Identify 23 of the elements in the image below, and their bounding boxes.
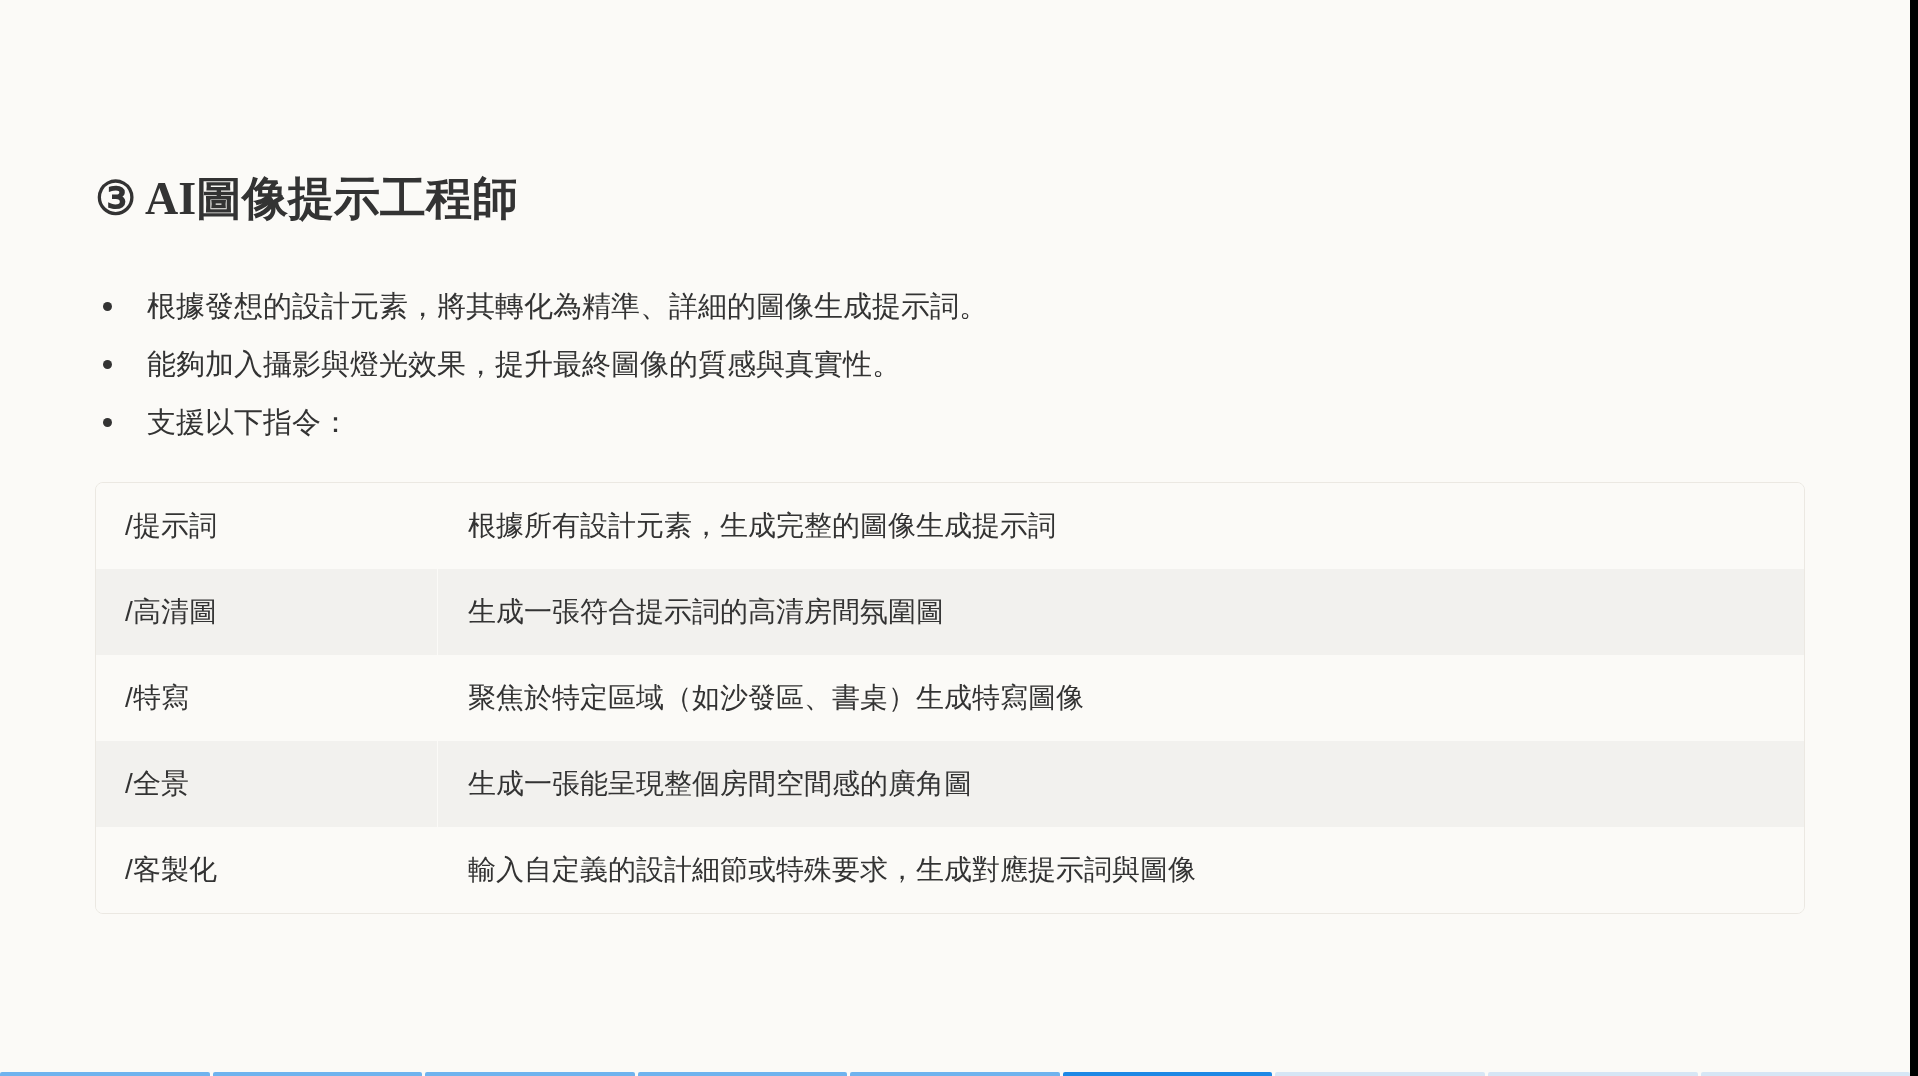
progress-segment[interactable] — [1487, 1072, 1698, 1076]
bullet-text: 支援以下指令： — [147, 405, 350, 440]
table-cell-text: 輸入自定義的設計細節或特殊要求，生成對應提示詞與圖像 — [468, 853, 1196, 887]
table-cell-text: /客製化 — [125, 853, 217, 887]
table-cell-text: 生成一張符合提示詞的高清房間氛圍圖 — [468, 595, 944, 629]
table-cell-text: /全景 — [125, 767, 189, 801]
table-cell-text: 根據所有設計元素，生成完整的圖像生成提示詞 — [468, 509, 1056, 543]
progress-segment[interactable] — [1062, 1072, 1273, 1076]
slide-title: ③ AI圖像提示工程師 — [95, 172, 519, 226]
progress-segment[interactable] — [212, 1072, 423, 1076]
bullet-text: 能夠加入攝影與燈光效果，提升最終圖像的質感與真實性。 — [147, 347, 901, 382]
progress-segment[interactable] — [637, 1072, 848, 1076]
progress-segment[interactable] — [425, 1072, 635, 1076]
progress-segment[interactable] — [850, 1072, 1060, 1076]
table-cell-text: /高清圖 — [125, 595, 217, 629]
bullet-text: 根據發想的設計元素，將其轉化為精準、詳細的圖像生成提示詞。 — [147, 289, 988, 324]
progress-segment[interactable] — [1700, 1072, 1911, 1076]
table-cell-text: 生成一張能呈現整個房間空間感的廣角圖 — [468, 767, 972, 801]
table-cell-text: 聚焦於特定區域（如沙發區、書桌）生成特寫圖像 — [468, 681, 1084, 715]
progress-segment[interactable] — [1275, 1072, 1485, 1076]
table-cell-text: /特寫 — [125, 681, 189, 715]
table-cell-text: /提示詞 — [125, 509, 217, 543]
progress-segment[interactable] — [0, 1072, 210, 1076]
